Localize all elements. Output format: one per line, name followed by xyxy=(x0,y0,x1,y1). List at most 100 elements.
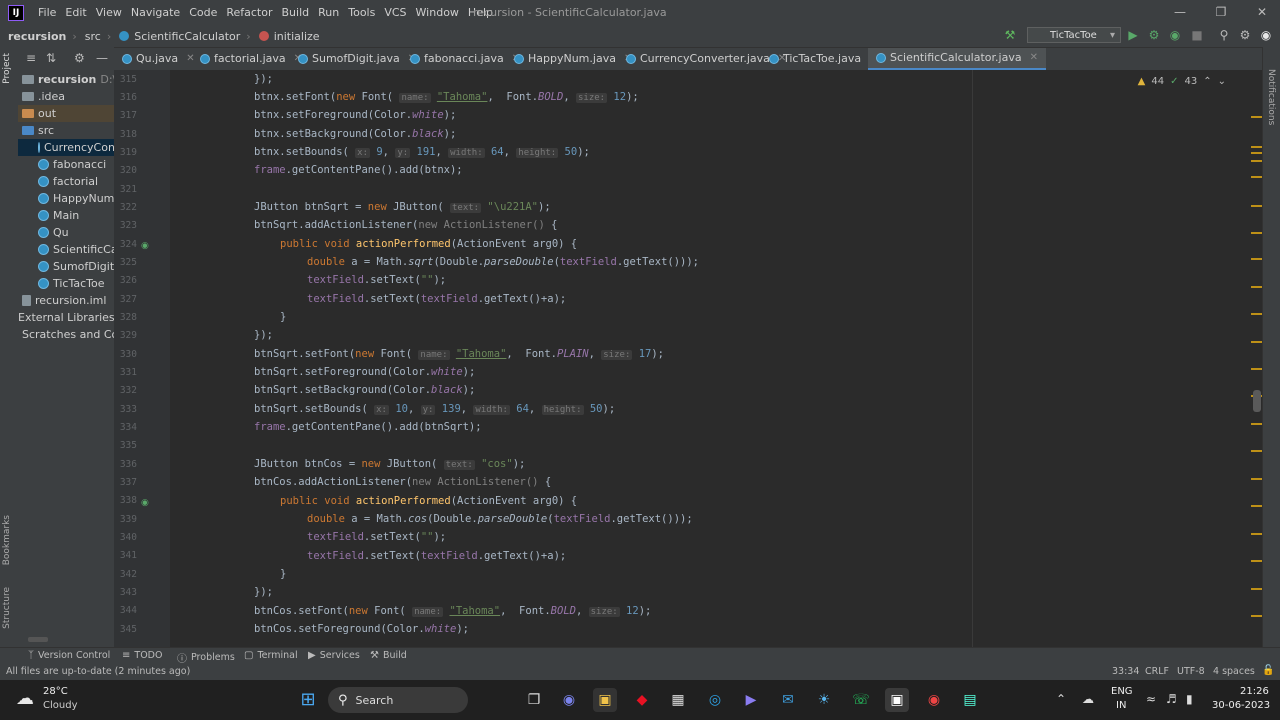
warning-marker[interactable] xyxy=(1251,450,1262,452)
warning-marker[interactable] xyxy=(1251,286,1262,288)
edge-icon[interactable]: ◎ xyxy=(703,688,727,712)
task-view-icon[interactable]: ❐ xyxy=(522,688,546,712)
warning-marker[interactable] xyxy=(1251,146,1262,148)
restore-icon[interactable]: ❐ xyxy=(1213,4,1229,20)
menu-navigate[interactable]: Navigate xyxy=(131,6,180,19)
weather-app-icon[interactable]: ☀ xyxy=(812,688,836,712)
tab-sumofdigit[interactable]: SumofDigit.java✕ xyxy=(298,48,416,70)
code-editor[interactable]: }); btnx.setFont(new Font( name: "Tahoma… xyxy=(170,70,1262,647)
indent-setting[interactable]: 4 spaces xyxy=(1213,666,1255,677)
todo-button[interactable]: ≡ TODO xyxy=(122,650,162,661)
clock-time[interactable]: 21:26 xyxy=(1240,686,1269,697)
tab-tictactoe[interactable]: TicTacToe.java✕ xyxy=(769,48,877,70)
app-diamond-icon[interactable]: ◆ xyxy=(630,688,654,712)
coverage-icon[interactable]: ◉ xyxy=(1168,28,1182,42)
warning-marker[interactable] xyxy=(1251,423,1262,425)
run-configuration-select[interactable]: TicTacToe ▾ xyxy=(1027,27,1121,43)
bookmarks-tool-tab[interactable]: Bookmarks xyxy=(2,515,12,565)
tree-item-src[interactable]: src xyxy=(22,122,54,139)
chevron-up-icon[interactable]: ⌃ xyxy=(1056,692,1066,706)
vertical-scrollbar-thumb[interactable] xyxy=(1253,390,1261,412)
wifi-icon[interactable]: ≈ xyxy=(1146,692,1156,706)
notifications-tool-tab[interactable]: Notifications xyxy=(1266,69,1276,125)
warning-marker[interactable] xyxy=(1251,152,1262,154)
tree-root[interactable]: recursionD:\java co xyxy=(22,71,114,88)
tab-scientificcalculator[interactable]: ScientificCalculator.java ✕ xyxy=(868,48,1046,70)
warning-marker[interactable] xyxy=(1251,176,1262,178)
warning-marker[interactable] xyxy=(1251,116,1262,118)
menu-edit[interactable]: Edit xyxy=(65,6,86,19)
menu-refactor[interactable]: Refactor xyxy=(226,6,272,19)
mail-icon[interactable]: ✉ xyxy=(776,688,800,712)
gear-icon[interactable]: ⚙ xyxy=(74,51,85,65)
tree-item-iml[interactable]: recursion.iml xyxy=(22,292,106,309)
stop-icon[interactable]: ■ xyxy=(1190,28,1204,42)
breadcrumb-class[interactable]: ScientificCalculator xyxy=(119,30,240,43)
gear-icon[interactable]: ⚙ xyxy=(1238,28,1252,42)
warning-marker[interactable] xyxy=(1251,232,1262,234)
chevron-down-icon[interactable]: ⌄ xyxy=(1218,76,1226,87)
warning-marker[interactable] xyxy=(1251,313,1262,315)
breadcrumb-method[interactable]: initialize xyxy=(258,30,320,43)
warning-marker[interactable] xyxy=(1251,258,1262,260)
tree-item-happynum[interactable]: HappyNum xyxy=(38,190,114,207)
windows-start-icon[interactable]: ⊞ xyxy=(296,688,320,712)
override-gutter-icon[interactable]: ◉ xyxy=(141,241,149,251)
store-icon[interactable]: ▦ xyxy=(666,688,690,712)
inspection-widget[interactable]: ▲ 44 ✓ 43 ⌃ ⌄ xyxy=(1138,76,1226,87)
caret-position[interactable]: 33:34 xyxy=(1112,666,1139,677)
minimize-icon[interactable]: — xyxy=(1172,4,1188,20)
menu-tools[interactable]: Tools xyxy=(348,6,375,19)
tree-item-idea[interactable]: .idea xyxy=(22,88,65,105)
close-icon[interactable]: ✕ xyxy=(1030,47,1038,69)
menu-window[interactable]: Window xyxy=(416,6,459,19)
battery-icon[interactable]: ▮ xyxy=(1186,692,1193,706)
breadcrumb-src[interactable]: src xyxy=(85,30,101,43)
tree-item-fabonacci[interactable]: fabonacci xyxy=(38,156,106,173)
search-icon[interactable]: ⚲ xyxy=(1217,28,1231,42)
warning-marker[interactable] xyxy=(1251,205,1262,207)
warning-marker[interactable] xyxy=(1251,160,1262,162)
run-icon[interactable]: ▶ xyxy=(1126,28,1140,42)
volume-icon[interactable]: ♬ xyxy=(1166,692,1177,706)
problems-button[interactable]: ⓘ Problems xyxy=(177,650,235,665)
structure-tool-tab[interactable]: Structure xyxy=(2,587,12,629)
collapse-all-icon[interactable]: ⇅ xyxy=(46,51,56,65)
warning-marker[interactable] xyxy=(1251,533,1262,535)
intellij-taskbar-icon[interactable]: ▣ xyxy=(885,688,909,712)
tree-item-currencyconverter[interactable]: CurrencyConv xyxy=(18,139,114,156)
debug-icon[interactable]: ⚙ xyxy=(1147,28,1161,42)
tree-item-tictactoe[interactable]: TicTacToe xyxy=(38,275,105,292)
clock-date[interactable]: 30-06-2023 xyxy=(1212,700,1270,711)
taskbar-search[interactable]: ⚲ Search xyxy=(328,687,468,713)
warning-marker[interactable] xyxy=(1251,505,1262,507)
tab-happynum[interactable]: HappyNum.java✕ xyxy=(514,48,632,70)
close-icon[interactable]: ✕ xyxy=(1254,4,1270,20)
file-explorer-icon[interactable]: ▣ xyxy=(593,688,617,712)
breadcrumb-project[interactable]: recursion xyxy=(8,30,66,43)
tab-factorial[interactable]: factorial.java✕ xyxy=(200,48,302,70)
tree-item-factorial[interactable]: factorial xyxy=(38,173,98,190)
menu-vcs[interactable]: VCS xyxy=(384,6,406,19)
whatsapp-icon[interactable]: ☏ xyxy=(849,688,873,712)
menu-view[interactable]: View xyxy=(96,6,122,19)
lock-icon[interactable]: 🔓 xyxy=(1262,665,1274,676)
hide-icon[interactable]: — xyxy=(96,51,108,65)
project-tool-tab[interactable]: Project xyxy=(2,53,12,84)
services-button[interactable]: ▶ Services xyxy=(308,650,360,661)
warning-marker[interactable] xyxy=(1251,588,1262,590)
menu-build[interactable]: Build xyxy=(282,6,310,19)
file-encoding[interactable]: UTF-8 xyxy=(1177,666,1205,677)
override-gutter-icon[interactable]: ◉ xyxy=(141,498,149,508)
tree-item-scratches[interactable]: Scratches and Conso xyxy=(22,326,114,343)
weather-desc[interactable]: Cloudy xyxy=(43,700,77,711)
tree-item-scientificcalculator[interactable]: ScientificCalc xyxy=(38,241,114,258)
hammer-build-icon[interactable]: ⚒ xyxy=(1003,28,1017,42)
version-control-button[interactable]: ᛉ Version Control xyxy=(28,650,110,661)
intellij-logo-icon[interactable]: IJ xyxy=(8,4,24,21)
tree-item-qu[interactable]: Qu xyxy=(38,224,69,241)
select-opened-file-icon[interactable]: ≡ xyxy=(26,51,36,65)
warning-marker[interactable] xyxy=(1251,341,1262,343)
tree-item-out[interactable]: out xyxy=(18,105,114,122)
app-icon[interactable]: ▤ xyxy=(958,688,982,712)
